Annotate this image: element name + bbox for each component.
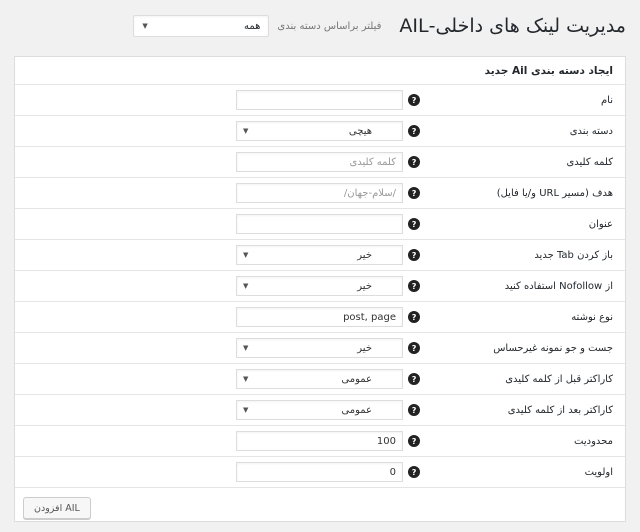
text-input[interactable] (236, 90, 403, 110)
text-input[interactable]: /سلام-جهان/ (236, 183, 403, 203)
field-label: از Nofollow استفاده کنید (504, 280, 613, 292)
form-row: کاراکتر قبل از کلمه کلیدی? عمومی ▼ (15, 364, 625, 395)
help-icon[interactable]: ? (408, 125, 420, 137)
chevron-down-icon: ▼ (243, 282, 249, 290)
field-label: هدف (مسیر URL و/یا فایل) (496, 187, 613, 199)
select-field[interactable]: خیر ▼ (236, 338, 403, 358)
filter-label: فیلتر براساس دسته بندی (277, 20, 382, 32)
new-ail-panel: ایجاد دسته بندی Ail جدید نام? دسته بندی? ه… (14, 56, 626, 522)
field-label: کاراکتر بعد از کلمه کلیدی (507, 404, 613, 416)
help-icon[interactable]: ? (408, 404, 420, 416)
field-label: دسته بندی (569, 125, 613, 137)
form-row: اولویت? 0 (15, 457, 625, 488)
form-row: جست و جو نمونه غیرحساس? خیر ▼ (15, 333, 625, 364)
help-icon[interactable]: ? (408, 342, 420, 354)
help-icon[interactable]: ? (408, 94, 420, 106)
panel-footer: افزودن AIL (15, 488, 625, 528)
field-label: اولویت (584, 466, 613, 478)
filter-select-value: همه (244, 20, 261, 32)
select-value: خیر (357, 280, 372, 292)
input-value: 0 (389, 466, 396, 478)
input-placeholder: کلمه کلیدی (349, 156, 396, 168)
select-value: عمومی (341, 404, 372, 416)
select-field[interactable]: خیر ▼ (236, 245, 403, 265)
chevron-down-icon: ▼ (243, 344, 249, 352)
select-value: عمومی (341, 373, 372, 385)
select-field[interactable]: عمومی ▼ (236, 400, 403, 420)
number-input[interactable]: 0 (236, 462, 403, 482)
field-label: نوع نوشته (571, 311, 613, 323)
help-icon[interactable]: ? (408, 311, 420, 323)
form-row: کلمه کلیدی? کلمه کلیدی (15, 147, 625, 178)
input-value: post, page (343, 311, 396, 323)
number-input[interactable]: 100 (236, 431, 403, 451)
chevron-down-icon: ▼ (243, 251, 249, 259)
help-icon[interactable]: ? (408, 249, 420, 261)
input-placeholder: /سلام-جهان/ (343, 187, 396, 199)
field-label: کاراکتر قبل از کلمه کلیدی (505, 373, 613, 385)
input-value: 100 (376, 435, 396, 447)
page: مدیریت لینک های داخلی-AIL فیلتر براساس د… (0, 0, 640, 532)
text-input[interactable]: post, page (236, 307, 403, 327)
form-row: محدودیت? 100 (15, 426, 625, 457)
form-row: کاراکتر بعد از کلمه کلیدی? عمومی ▼ (15, 395, 625, 426)
page-title: مدیریت لینک های داخلی-AIL (399, 15, 626, 37)
text-input[interactable] (236, 214, 403, 234)
page-header: مدیریت لینک های داخلی-AIL فیلتر براساس د… (14, 8, 626, 44)
chevron-down-icon: ▼ (243, 127, 249, 135)
chevron-down-icon: ▼ (243, 375, 249, 383)
chevron-down-icon: ▼ (142, 22, 148, 30)
help-icon[interactable]: ? (408, 435, 420, 447)
select-field[interactable]: خیر ▼ (236, 276, 403, 296)
form-row: از Nofollow استفاده کنید? خیر ▼ (15, 271, 625, 302)
select-value: خیر (357, 249, 372, 261)
form-row: نام? (15, 85, 625, 116)
field-label: باز کردن Tab جدید (534, 249, 613, 261)
field-label: محدودیت (574, 435, 613, 447)
form-row: دسته بندی? هیچی ▼ (15, 116, 625, 147)
help-icon[interactable]: ? (408, 218, 420, 230)
panel-title: ایجاد دسته بندی Ail جدید (15, 57, 625, 85)
form-rows: نام? دسته بندی? هیچی ▼ کلمه کلیدی? کلمه کلیدی… (15, 85, 625, 488)
select-field[interactable]: هیچی ▼ (236, 121, 403, 141)
select-value: خیر (357, 342, 372, 354)
field-label: جست و جو نمونه غیرحساس (493, 342, 613, 354)
help-icon[interactable]: ? (408, 373, 420, 385)
chevron-down-icon: ▼ (243, 406, 249, 414)
select-value: هیچی (348, 125, 372, 137)
form-row: هدف (مسیر URL و/یا فایل)? /سلام-جهان/ (15, 178, 625, 209)
help-icon[interactable]: ? (408, 187, 420, 199)
field-label: عنوان (588, 218, 613, 230)
add-ail-button[interactable]: افزودن AIL (23, 497, 91, 519)
text-input[interactable]: کلمه کلیدی (236, 152, 403, 172)
select-field[interactable]: عمومی ▼ (236, 369, 403, 389)
category-filter-select[interactable]: همه ▼ (133, 15, 270, 37)
help-icon[interactable]: ? (408, 280, 420, 292)
form-row: نوع نوشته? post, page (15, 302, 625, 333)
field-label: کلمه کلیدی (566, 156, 613, 168)
help-icon[interactable]: ? (408, 156, 420, 168)
help-icon[interactable]: ? (408, 466, 420, 478)
field-label: نام (600, 94, 613, 106)
form-row: عنوان? (15, 209, 625, 240)
form-row: باز کردن Tab جدید? خیر ▼ (15, 240, 625, 271)
